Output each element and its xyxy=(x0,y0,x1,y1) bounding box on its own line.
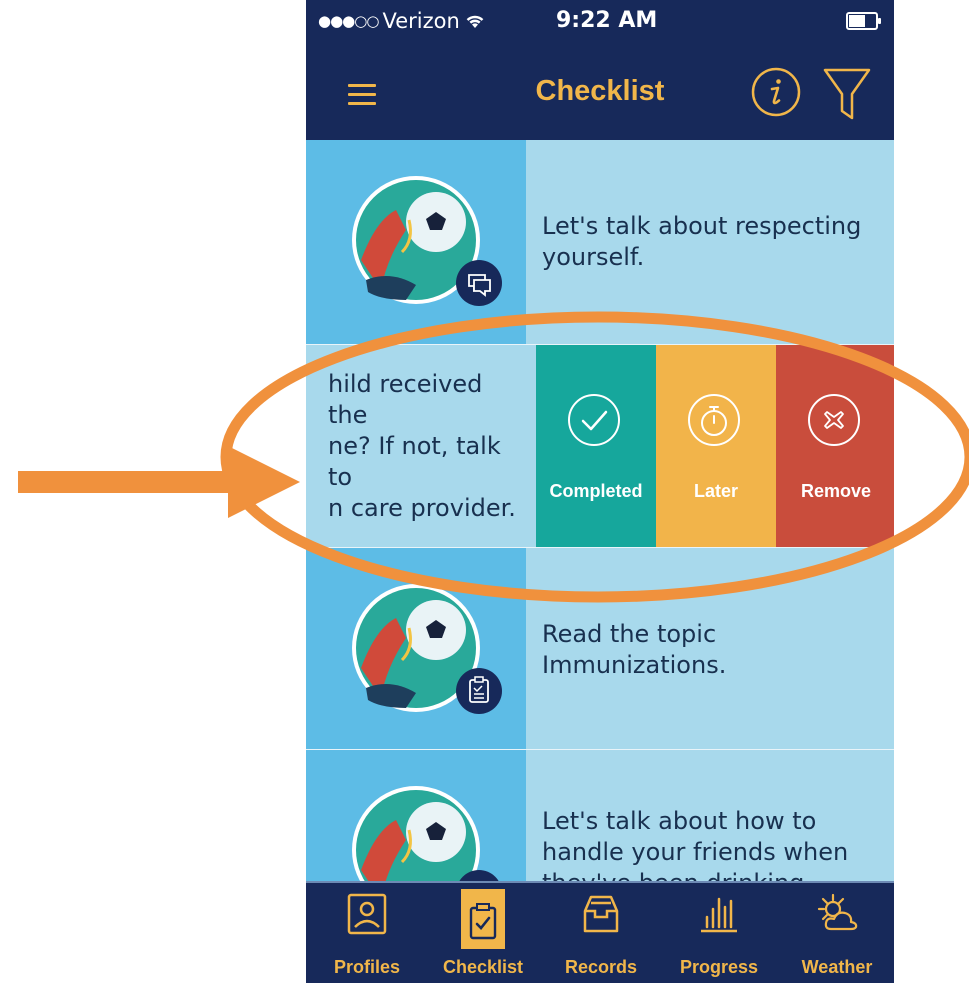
annotation-ellipse xyxy=(220,311,969,603)
annotation-overlay xyxy=(18,311,969,603)
annotation-arrow-head xyxy=(228,446,300,518)
annotation-arrow-shaft xyxy=(18,471,233,493)
